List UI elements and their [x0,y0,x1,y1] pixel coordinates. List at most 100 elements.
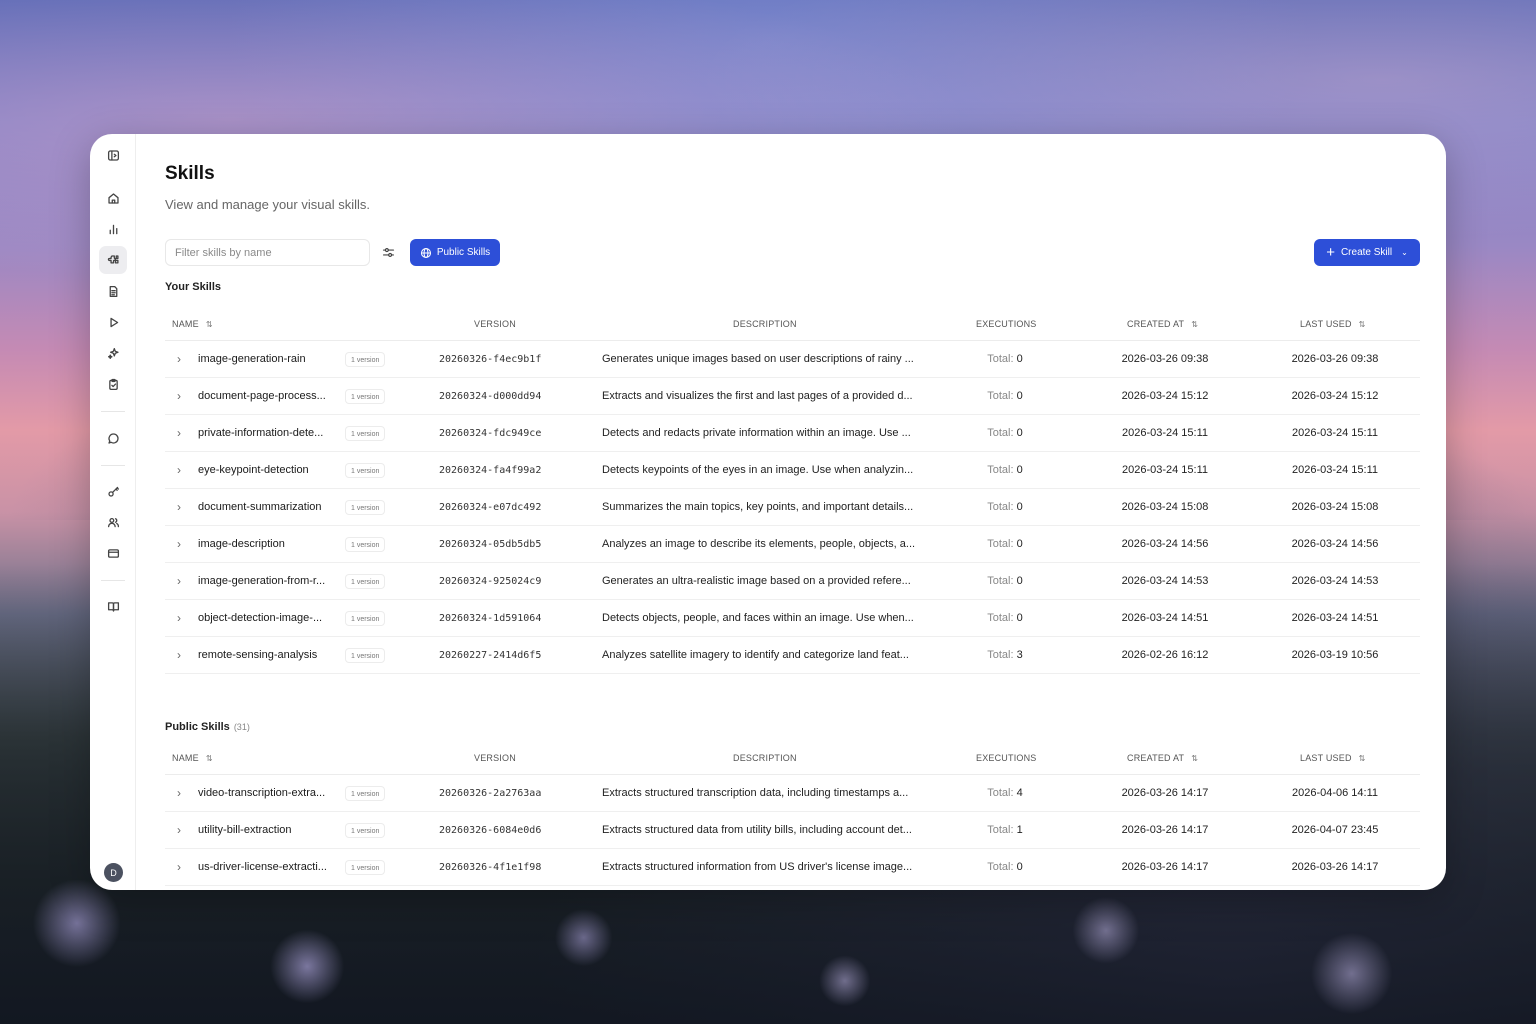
background-meadow [0,880,1536,1024]
column-name-header[interactable]: NAME ⇅ [172,741,213,775]
sort-icon: ⇅ [1358,320,1366,329]
sidebar-item-api-keys[interactable] [99,477,127,505]
sidebar-item-analytics[interactable] [99,215,127,243]
skill-name[interactable]: us-driver-license-extracti... [198,849,344,886]
column-last-used-label: LAST USED [1300,753,1352,763]
last-used: 2026-04-07 23:45 [1291,824,1379,836]
clipboard-icon [108,378,118,390]
version-id: 20260324-1d591064 [439,613,542,624]
skill-description: Generates an ultra-realistic image based… [602,575,911,587]
version-count-badge: 1 version [345,786,386,801]
column-last-used-header[interactable]: LAST USED ⇅ [1300,307,1366,341]
bar-chart-icon [109,224,117,234]
chevron-right-icon[interactable]: › [177,812,181,848]
skill-name[interactable]: remote-sensing-analysis [198,637,344,674]
last-used: 2026-03-24 14:53 [1291,575,1379,587]
table-row[interactable]: › utility-bill-extraction 1 version 2026032… [165,812,1420,849]
sidebar-item-skills[interactable] [99,246,127,274]
create-skill-button[interactable]: + Create Skill ⌄ [1314,239,1420,266]
skill-name[interactable]: private-information-dete... [198,415,344,452]
executions-total-label: Total: [987,612,1014,624]
skill-name[interactable]: image-generation-rain [198,341,344,378]
chevron-right-icon[interactable]: › [177,849,181,885]
table-row[interactable]: › remote-sensing-analysis 1 version 2026022… [165,637,1420,674]
table-row[interactable]: › us-driver-license-extracti... 1 version 2… [165,849,1420,886]
table-body: › video-transcription-extra... 1 version 20… [165,775,1420,886]
table-row[interactable]: › document-page-process... 1 version 202603… [165,378,1420,415]
users-icon [107,517,119,527]
created-at: 2026-03-24 15:11 [1121,464,1209,476]
column-last-used-header[interactable]: LAST USED ⇅ [1300,741,1366,775]
column-created-at-header[interactable]: CREATED AT ⇅ [1127,307,1198,341]
sidebar-item-sparkles[interactable] [99,339,127,367]
sidebar-item-team[interactable] [99,508,127,536]
last-used: 2026-03-24 15:11 [1291,464,1379,476]
skill-name[interactable]: image-description [198,526,344,563]
sidebar-toggle-button[interactable] [99,141,127,169]
chevron-right-icon[interactable]: › [177,526,181,562]
sidebar-item-runs[interactable] [99,308,127,336]
column-name-header[interactable]: NAME ⇅ [172,307,213,341]
table-row[interactable]: › private-information-dete... 1 version 202… [165,415,1420,452]
executions-total-label: Total: [987,390,1014,402]
skill-name[interactable]: utility-bill-extraction [198,812,344,849]
sidebar-item-chat[interactable] [99,424,127,452]
public-skills-button[interactable]: Public Skills [410,239,500,266]
table-row[interactable]: › eye-keypoint-detection 1 version 20260324… [165,452,1420,489]
sort-icon: ⇅ [1358,754,1366,763]
sidebar-item-tasks[interactable] [99,370,127,398]
executions-total-value: 0 [1016,501,1023,513]
sidebar-item-documents[interactable] [99,277,127,305]
chevron-right-icon[interactable]: › [177,378,181,414]
panel-icon [107,149,119,161]
column-executions-label: EXECUTIONS [976,753,1037,763]
column-description-header: DESCRIPTION [733,307,797,341]
skill-name[interactable]: eye-keypoint-detection [198,452,344,489]
version-count-badge: 1 version [345,574,386,589]
table-row[interactable]: › image-description 1 version 20260324-05db… [165,526,1420,563]
chevron-down-icon[interactable]: ⌄ [1401,248,1408,257]
chevron-right-icon[interactable]: › [177,775,181,811]
skill-name[interactable]: video-transcription-extra... [198,775,344,812]
chevron-right-icon[interactable]: › [177,341,181,377]
filter-skills-input[interactable] [165,239,370,266]
avatar[interactable]: D [104,863,123,882]
skill-name[interactable]: document-page-process... [198,378,344,415]
executions-total-value: 0 [1016,464,1023,476]
column-version-header: VERSION [474,741,516,775]
version-id: 20260326-4f1e1f98 [439,862,542,873]
skill-description: Analyzes satellite imagery to identify a… [602,649,909,661]
filter-settings-button[interactable] [376,240,400,264]
chevron-right-icon[interactable]: › [177,415,181,451]
executions-count: Total: 4 [955,775,1055,812]
sidebar-item-docs[interactable] [99,592,127,620]
skill-name[interactable]: object-detection-image-... [198,600,344,637]
table-row[interactable]: › object-detection-image-... 1 version 2026… [165,600,1420,637]
skill-description: Extracts structured information from US … [602,861,913,873]
version-count-badge: 1 version [345,352,386,367]
version-count-badge: 1 version [345,648,386,663]
created-at: 2026-03-24 15:12 [1121,390,1209,402]
sidebar-item-billing[interactable] [99,539,127,567]
skill-description: Generates unique images based on user de… [602,353,914,365]
chevron-right-icon[interactable]: › [177,637,181,673]
created-at: 2026-03-24 15:08 [1121,501,1209,513]
chevron-right-icon[interactable]: › [177,563,181,599]
table-row[interactable]: › image-generation-from-r... 1 version 2026… [165,563,1420,600]
executions-count: Total: 0 [955,563,1055,600]
table-row[interactable]: › video-transcription-extra... 1 version 20… [165,775,1420,812]
table-row[interactable]: › document-summarization 1 version 20260324… [165,489,1420,526]
chevron-right-icon[interactable]: › [177,452,181,488]
public-skills-label: Public Skills [436,247,491,258]
chevron-right-icon[interactable]: › [177,489,181,525]
sidebar-item-home[interactable] [99,184,127,212]
skill-name[interactable]: image-generation-from-r... [198,563,344,600]
created-at: 2026-03-24 15:11 [1121,427,1209,439]
skill-name[interactable]: document-summarization [198,489,344,526]
version-id: 20260326-f4ec9b1f [439,354,542,365]
column-created-at-header[interactable]: CREATED AT ⇅ [1127,741,1198,775]
chevron-right-icon[interactable]: › [177,600,181,636]
executions-total-value: 0 [1016,575,1023,587]
table-row[interactable]: › image-generation-rain 1 version 20260326-… [165,341,1420,378]
executions-total-value: 0 [1016,353,1023,365]
